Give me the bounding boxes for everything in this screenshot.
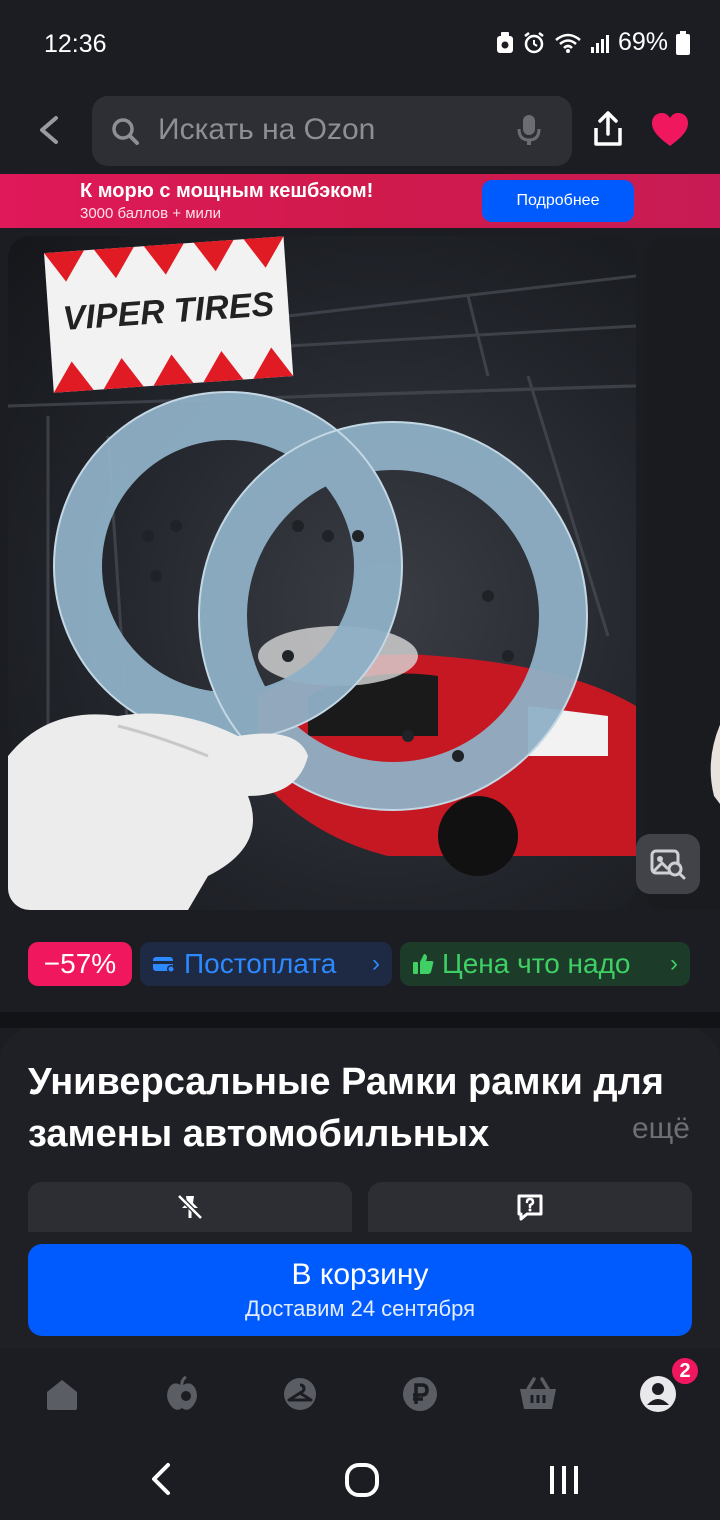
top-bar: Искать на Ozon xyxy=(0,96,720,166)
good-price-badge[interactable]: Цена что надо › xyxy=(400,942,690,986)
chevron-right-icon: › xyxy=(670,950,678,977)
pin-off-icon xyxy=(177,1194,203,1220)
good-price-label: Цена что надо xyxy=(442,948,631,979)
card-icon xyxy=(153,957,175,973)
profile-notification-badge: 2 xyxy=(670,1356,700,1386)
question-button[interactable] xyxy=(368,1182,692,1232)
favorite-button[interactable] xyxy=(650,112,690,153)
product-photo[interactable]: VIPER TIRES xyxy=(8,236,636,910)
share-icon xyxy=(594,111,622,146)
status-icons: 69% xyxy=(496,28,690,57)
home-icon xyxy=(47,1380,77,1410)
status-time: 12:36 xyxy=(44,30,107,58)
system-recents-icon[interactable] xyxy=(548,1464,580,1496)
profile-icon xyxy=(640,1376,676,1412)
promo-title: К морю с мощным кешбэком! xyxy=(80,180,374,202)
product-gallery[interactable]: VIPER TIRES xyxy=(0,236,720,912)
next-image-preview xyxy=(710,724,720,804)
section-divider xyxy=(0,1012,720,1028)
nav-home[interactable] xyxy=(38,1370,86,1418)
promo-more-button[interactable]: Подробнее xyxy=(482,180,634,222)
wifi-icon xyxy=(555,33,581,53)
expand-title-link[interactable]: ещё xyxy=(591,1112,690,1146)
recycle-icon xyxy=(496,31,513,53)
alarm-icon xyxy=(524,31,544,53)
signal-icon xyxy=(590,34,609,53)
system-home-icon[interactable] xyxy=(344,1462,380,1498)
microphone-icon[interactable] xyxy=(516,114,542,146)
image-search-icon xyxy=(650,849,686,880)
chevron-left-icon xyxy=(40,116,58,144)
product-badges: −57% Постоплата › Цена что надо › xyxy=(28,942,690,986)
bottom-navigation xyxy=(0,1348,720,1438)
status-bar: 12:36 69% xyxy=(0,0,720,90)
hanger-icon xyxy=(284,1378,316,1410)
product-image: VIPER TIRES xyxy=(8,236,636,910)
discount-badge: −57% xyxy=(28,942,132,986)
nav-finance[interactable] xyxy=(396,1370,444,1418)
back-button[interactable] xyxy=(30,110,70,150)
thumbs-up-icon xyxy=(413,954,434,974)
nav-cart[interactable] xyxy=(514,1370,562,1418)
battery-percent: 69% xyxy=(617,28,668,56)
battery-icon xyxy=(676,30,690,55)
search-placeholder: Искать на Ozon xyxy=(158,113,376,146)
nav-catalog[interactable] xyxy=(276,1370,324,1418)
photo-search-button[interactable] xyxy=(636,834,700,894)
product-actions xyxy=(28,1182,692,1232)
delivery-date: Доставим 24 сентября xyxy=(244,1296,476,1321)
heart-icon xyxy=(652,113,688,146)
chevron-right-icon: › xyxy=(372,950,380,977)
question-icon xyxy=(517,1194,543,1221)
promo-banner[interactable]: К морю с мощным кешбэком! 3000 баллов + … xyxy=(0,174,720,228)
next-product-photo[interactable] xyxy=(644,236,720,910)
apple-icon xyxy=(167,1376,197,1410)
add-to-cart-button[interactable]: В корзину Доставим 24 сентября xyxy=(28,1244,692,1336)
postpay-badge[interactable]: Постоплата › xyxy=(140,942,392,986)
system-back-icon[interactable] xyxy=(148,1462,174,1496)
unpin-button[interactable] xyxy=(28,1182,352,1232)
promo-subtitle: 3000 баллов + мили xyxy=(80,205,222,222)
search-icon xyxy=(112,118,139,145)
share-button[interactable] xyxy=(588,110,628,155)
search-input[interactable]: Искать на Ozon xyxy=(92,96,572,166)
add-to-cart-label: В корзину xyxy=(291,1258,429,1291)
postpay-label: Постоплата xyxy=(184,948,337,979)
ruble-icon xyxy=(403,1377,437,1411)
nav-fresh[interactable] xyxy=(158,1370,206,1418)
basket-icon xyxy=(520,1377,556,1409)
system-navigation xyxy=(0,1438,720,1520)
